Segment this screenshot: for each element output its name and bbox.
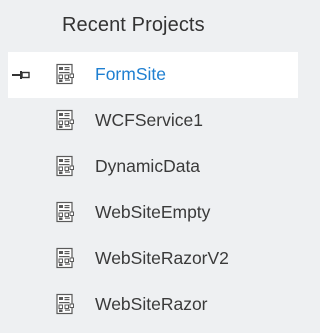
project-name: DynamicData: [95, 156, 201, 176]
project-name: FormSite: [95, 64, 166, 84]
website-project-icon: [54, 247, 76, 269]
recent-project-item-dynamicdata[interactable]: DynamicData: [8, 144, 298, 190]
project-name: WCFService1: [95, 110, 203, 130]
website-project-icon: [54, 63, 76, 85]
recent-projects-panel: Recent Projects FormSite WCFService1 Dyn…: [0, 0, 303, 333]
recent-project-item-websiterazorv2[interactable]: WebSiteRazorV2: [8, 236, 298, 282]
website-project-icon: [54, 201, 76, 223]
project-name: WebSiteEmpty: [95, 202, 211, 222]
recent-projects-title: Recent Projects: [62, 14, 205, 36]
website-project-icon: [54, 109, 76, 131]
recent-project-item-formsite[interactable]: FormSite: [8, 52, 298, 98]
recent-project-item-wcfservice1[interactable]: WCFService1: [8, 98, 298, 144]
pin-icon[interactable]: [11, 69, 31, 81]
recent-project-item-websiterazor[interactable]: WebSiteRazor: [8, 282, 298, 328]
website-project-icon: [54, 155, 76, 177]
website-project-icon: [54, 293, 76, 315]
recent-project-item-websiteempty[interactable]: WebSiteEmpty: [8, 190, 298, 236]
recent-projects-list: FormSite WCFService1 DynamicData WebSite…: [0, 52, 303, 328]
project-name: WebSiteRazorV2: [95, 248, 229, 268]
project-name: WebSiteRazor: [95, 294, 208, 314]
